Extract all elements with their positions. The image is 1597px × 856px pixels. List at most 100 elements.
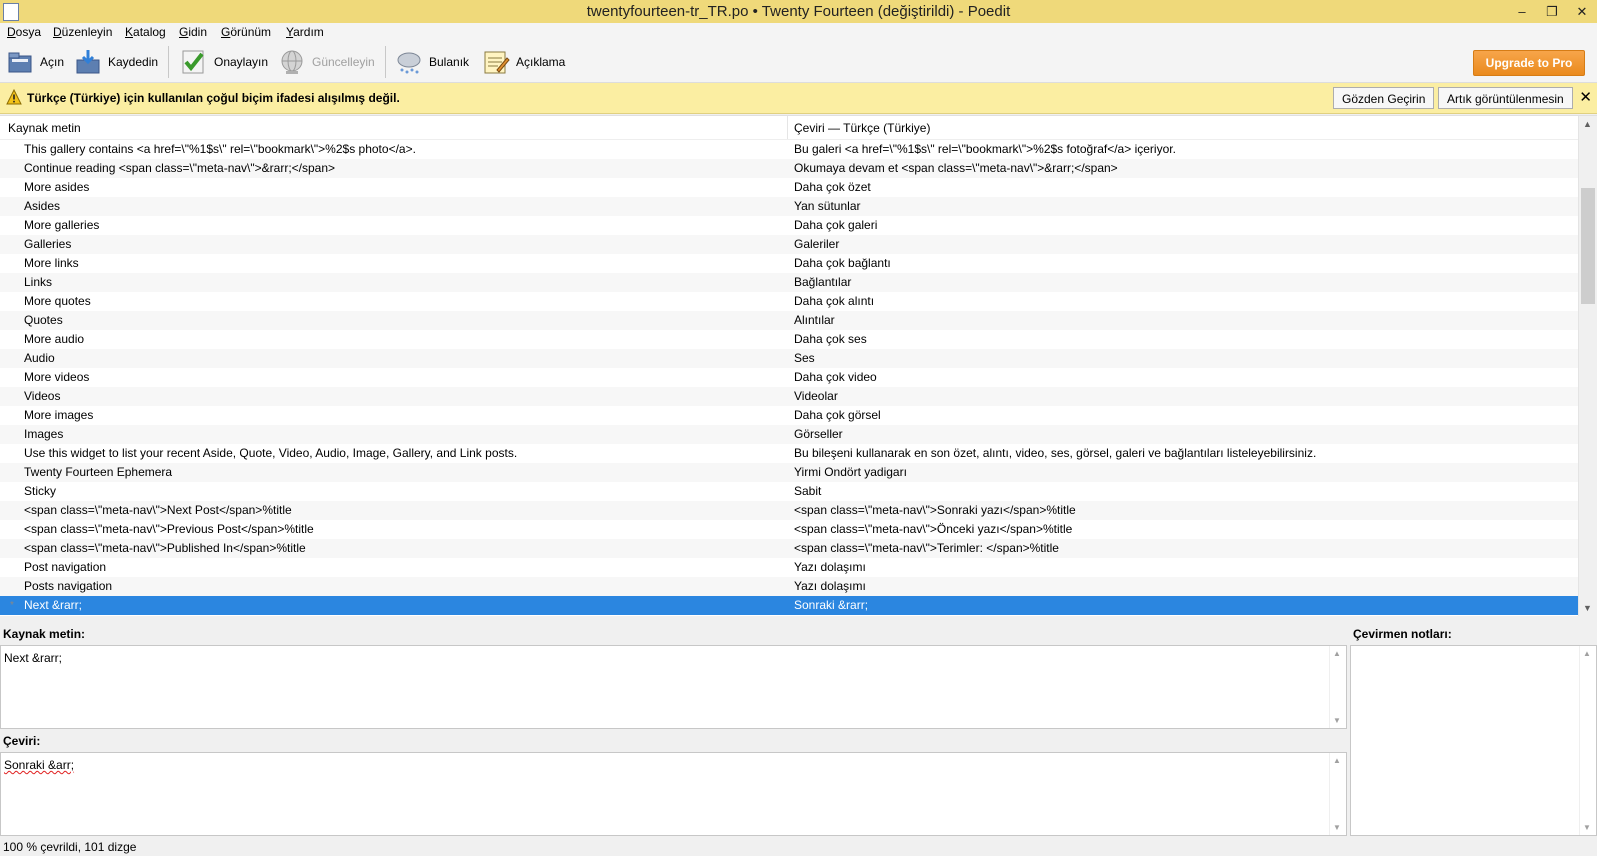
table-row[interactable]: More asides Daha çok özet bbox=[0, 178, 1578, 197]
table-row[interactable]: <span class=\"meta-nav\">Published In</s… bbox=[0, 539, 1578, 558]
table-row[interactable]: Images Görseller bbox=[0, 425, 1578, 444]
scroll-down-icon[interactable]: ▼ bbox=[1583, 823, 1591, 832]
row-translation-text: Daha çok video bbox=[794, 370, 877, 384]
table-row[interactable]: Asides Yan sütunlar bbox=[0, 197, 1578, 216]
title-bar: twentyfourteen-tr_TR.po • Twenty Fourtee… bbox=[0, 0, 1597, 24]
table-row[interactable]: Galleries Galeriler bbox=[0, 235, 1578, 254]
row-translation-text: Bu galeri <a href=\"%1$s\" rel=\"bookmar… bbox=[794, 142, 1176, 156]
menu-yardim[interactable]: Yardım bbox=[286, 25, 324, 39]
table-row[interactable]: This gallery contains <a href=\"%1$s\" r… bbox=[0, 140, 1578, 159]
review-button[interactable]: Gözden Geçirin bbox=[1333, 87, 1435, 109]
row-source-text: More quotes bbox=[24, 294, 91, 308]
fuzzy-label: Bulanık bbox=[429, 55, 470, 69]
row-source-text: Quotes bbox=[24, 313, 63, 327]
row-translation-text: Bu bileşeni kullanarak en son özet, alın… bbox=[794, 446, 1317, 460]
validate-button[interactable]: Onaylayın bbox=[180, 45, 268, 79]
row-translation-text: <span class=\"meta-nav\">Terimler: </spa… bbox=[794, 541, 1059, 555]
translator-notes-label: Çevirmen notları: bbox=[1353, 627, 1452, 641]
close-window-button[interactable]: ✕ bbox=[1567, 0, 1597, 23]
table-row[interactable]: <span class=\"meta-nav\">Next Post</span… bbox=[0, 501, 1578, 520]
row-source-text: More asides bbox=[24, 180, 90, 194]
row-translation-text: Daha çok galeri bbox=[794, 218, 878, 232]
validate-check-icon bbox=[182, 50, 204, 74]
translation-scrollbar[interactable]: ▲ ▼ bbox=[1329, 753, 1346, 835]
menu-duzenleyin[interactable]: Düzenleyin bbox=[53, 25, 112, 39]
scroll-up-icon[interactable]: ▲ bbox=[1583, 119, 1592, 129]
row-source-text: Asides bbox=[24, 199, 61, 213]
table-row[interactable]: * Next &rarr; Sonraki &rarr; bbox=[0, 596, 1578, 615]
column-header-translation[interactable]: Çeviri — Türkçe (Türkiye) bbox=[794, 121, 930, 135]
menu-dosya[interactable]: Dosya bbox=[7, 25, 41, 39]
row-translation-text: Yazı dolaşımı bbox=[794, 560, 866, 574]
update-button[interactable]: Güncelleyin bbox=[278, 45, 375, 79]
table-row[interactable]: Use this widget to list your recent Asid… bbox=[0, 444, 1578, 463]
close-icon[interactable]: ✕ bbox=[1579, 88, 1592, 106]
dismiss-button[interactable]: Artık görüntülenmesin bbox=[1438, 87, 1573, 109]
row-source-text: <span class=\"meta-nav\">Previous Post</… bbox=[24, 522, 314, 536]
table-row[interactable]: More galleries Daha çok galeri bbox=[0, 216, 1578, 235]
row-translation-text: <span class=\"meta-nav\">Sonraki yazı</s… bbox=[794, 503, 1076, 517]
table-row[interactable]: Videos Videolar bbox=[0, 387, 1578, 406]
table-row[interactable]: Audio Ses bbox=[0, 349, 1578, 368]
row-source-text: Links bbox=[24, 275, 53, 289]
source-text-label: Kaynak metin: bbox=[3, 627, 86, 641]
scroll-down-icon[interactable]: ▼ bbox=[1333, 716, 1341, 725]
scrollbar-thumb[interactable] bbox=[1581, 188, 1595, 304]
table-row[interactable]: More audio Daha çok ses bbox=[0, 330, 1578, 349]
row-source-text: Posts navigation bbox=[24, 579, 113, 593]
scroll-down-icon[interactable]: ▼ bbox=[1333, 823, 1341, 832]
update-label: Güncelleyin bbox=[312, 55, 375, 69]
table-row[interactable]: More images Daha çok görsel bbox=[0, 406, 1578, 425]
menu-gorunum[interactable]: Görünüm bbox=[221, 25, 271, 39]
window-title: twentyfourteen-tr_TR.po • Twenty Fourtee… bbox=[586, 3, 1011, 20]
table-row[interactable]: Continue reading <span class=\"meta-nav\… bbox=[0, 159, 1578, 178]
table-row[interactable]: <span class=\"meta-nav\">Previous Post</… bbox=[0, 520, 1578, 539]
row-source-text: Next &rarr; bbox=[24, 598, 83, 612]
table-row[interactable]: Quotes Alıntılar bbox=[0, 311, 1578, 330]
table-row[interactable]: Twenty Fourteen Ephemera Yirmi Ondört yad… bbox=[0, 463, 1578, 482]
save-button[interactable]: Kaydedin bbox=[74, 45, 158, 79]
save-icon bbox=[76, 50, 100, 74]
fuzzy-button[interactable]: Bulanık bbox=[395, 45, 469, 79]
minimize-button[interactable]: – bbox=[1507, 0, 1537, 23]
scroll-up-icon[interactable]: ▲ bbox=[1583, 649, 1591, 658]
scroll-up-icon[interactable]: ▲ bbox=[1333, 649, 1341, 658]
restore-button[interactable]: ❐ bbox=[1537, 0, 1567, 23]
notes-scrollbar[interactable]: ▲ ▼ bbox=[1579, 646, 1596, 835]
open-button[interactable]: Açın bbox=[6, 45, 64, 79]
list-scrollbar[interactable]: ▲ ▼ bbox=[1578, 116, 1597, 616]
scroll-up-icon[interactable]: ▲ bbox=[1333, 756, 1341, 765]
source-text-field[interactable]: Next &rarr; ▲ ▼ bbox=[0, 645, 1347, 729]
row-source-text: <span class=\"meta-nav\">Next Post</span… bbox=[24, 503, 292, 517]
upgrade-to-pro-button[interactable]: Upgrade to Pro bbox=[1473, 50, 1585, 76]
row-translation-text: Daha çok görsel bbox=[794, 408, 881, 422]
row-source-text: Continue reading <span class=\"meta-nav\… bbox=[24, 161, 336, 175]
row-translation-text: Sabit bbox=[794, 484, 822, 498]
table-row[interactable]: Posts navigation Yazı dolaşımı bbox=[0, 577, 1578, 596]
comment-button[interactable]: Açıklama bbox=[482, 45, 565, 79]
table-row[interactable]: More quotes Daha çok alıntı bbox=[0, 292, 1578, 311]
column-divider[interactable] bbox=[787, 116, 788, 139]
translation-field[interactable]: Sonraki &arr; ▲ ▼ bbox=[0, 752, 1347, 836]
translator-notes-panel[interactable]: ▲ ▼ bbox=[1350, 645, 1597, 836]
row-translation-text: Daha çok ses bbox=[794, 332, 867, 346]
source-scrollbar[interactable]: ▲ ▼ bbox=[1329, 646, 1346, 728]
menu-gidin[interactable]: Gidin bbox=[179, 25, 207, 39]
table-row[interactable]: Links Bağlantılar bbox=[0, 273, 1578, 292]
save-label: Kaydedin bbox=[108, 55, 159, 69]
table-row[interactable]: Post navigation Yazı dolaşımı bbox=[0, 558, 1578, 577]
table-row[interactable]: Sticky Sabit bbox=[0, 482, 1578, 501]
menu-katalog[interactable]: Katalog bbox=[125, 25, 166, 39]
column-header-source[interactable]: Kaynak metin bbox=[8, 121, 81, 135]
scroll-down-icon[interactable]: ▼ bbox=[1583, 603, 1592, 613]
row-source-text: More links bbox=[24, 256, 79, 270]
modified-marker: * bbox=[10, 600, 14, 611]
row-source-text: Post navigation bbox=[24, 560, 107, 574]
row-source-text: More audio bbox=[24, 332, 85, 346]
table-row[interactable]: More videos Daha çok video bbox=[0, 368, 1578, 387]
menu-bar: Dosya Düzenleyin Katalog Gidin Görünüm Y… bbox=[0, 23, 1597, 42]
translation-list[interactable]: Kaynak metin Çeviri — Türkçe (Türkiye) T… bbox=[0, 115, 1597, 616]
table-row[interactable]: More links Daha çok bağlantı bbox=[0, 254, 1578, 273]
open-label: Açın bbox=[40, 55, 65, 69]
status-text: 100 % çevrildi, 101 dizge bbox=[3, 840, 137, 854]
